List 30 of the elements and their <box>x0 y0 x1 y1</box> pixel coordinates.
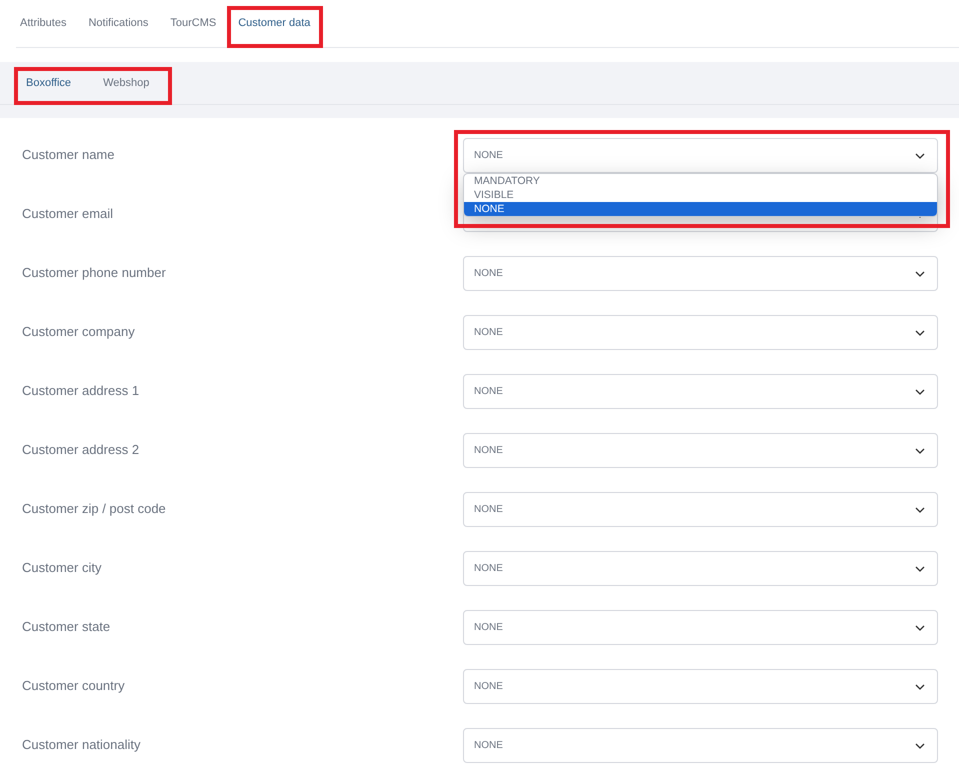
tab[interactable]: Customer data <box>238 15 310 32</box>
field-label: Customer company <box>22 323 136 341</box>
dropdown-option[interactable]: VISIBLE <box>464 188 937 202</box>
sub-tab[interactable]: Webshop <box>103 74 150 92</box>
field-label: Customer name <box>22 146 116 164</box>
select-field[interactable]: NONE <box>463 728 938 763</box>
tab[interactable]: Attributes <box>20 15 66 32</box>
select-field[interactable]: NONE <box>463 610 938 645</box>
tab[interactable]: Notifications <box>88 15 148 32</box>
field-label: Customer country <box>22 677 126 695</box>
select-field[interactable]: NONE <box>463 551 938 586</box>
field-label: Customer phone number <box>22 264 167 282</box>
select-field[interactable]: NONE <box>463 492 938 527</box>
field-label: Customer state <box>22 618 112 636</box>
field-label: Customer city <box>22 559 102 577</box>
select-field[interactable]: NONE <box>463 315 938 350</box>
sub-tab[interactable]: Boxoffice <box>26 74 72 92</box>
select-field[interactable]: NONE <box>463 138 938 173</box>
tab[interactable]: TourCMS <box>170 15 216 32</box>
select-field[interactable]: NONE <box>463 433 938 468</box>
field-label: Customer address 2 <box>22 441 140 459</box>
select-field[interactable]: NONE <box>463 669 938 704</box>
select-field[interactable]: NONE <box>463 256 938 291</box>
field-label: Customer nationality <box>22 736 142 754</box>
field-label: Customer address 1 <box>22 382 140 400</box>
dropdown-option[interactable]: MANDATORY <box>464 174 937 188</box>
field-label: Customer zip / post code <box>22 500 167 518</box>
field-label: Customer email <box>22 205 114 223</box>
dropdown-option[interactable]: NONE <box>464 202 937 216</box>
select-field[interactable]: NONE <box>463 374 938 409</box>
